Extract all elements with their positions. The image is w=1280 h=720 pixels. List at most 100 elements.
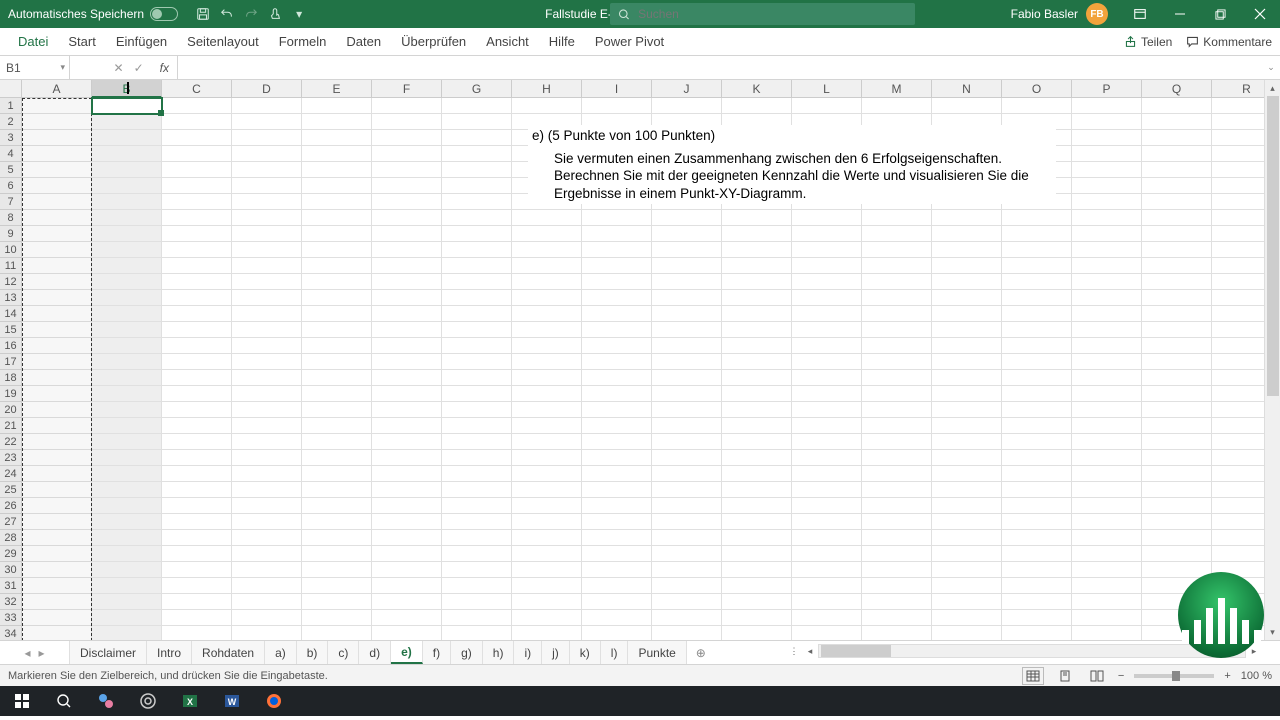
cell-M15[interactable]: [862, 322, 932, 338]
cell-G6[interactable]: [442, 178, 512, 194]
taskbar-obs-icon[interactable]: [130, 687, 166, 715]
cell-I29[interactable]: [582, 546, 652, 562]
cell-O24[interactable]: [1002, 466, 1072, 482]
cell-E31[interactable]: [302, 578, 372, 594]
column-header-C[interactable]: C: [162, 80, 232, 98]
cell-K16[interactable]: [722, 338, 792, 354]
cell-P29[interactable]: [1072, 546, 1142, 562]
cell-Q27[interactable]: [1142, 514, 1212, 530]
cell-F22[interactable]: [372, 434, 442, 450]
cell-G28[interactable]: [442, 530, 512, 546]
cell-K34[interactable]: [722, 626, 792, 640]
cell-L25[interactable]: [792, 482, 862, 498]
zoom-slider[interactable]: [1134, 674, 1214, 678]
cell-M9[interactable]: [862, 226, 932, 242]
cell-A27[interactable]: [22, 514, 92, 530]
cell-J14[interactable]: [652, 306, 722, 322]
cell-D11[interactable]: [232, 258, 302, 274]
add-sheet-button[interactable]: ⊕: [687, 641, 715, 664]
cell-I22[interactable]: [582, 434, 652, 450]
autosave-switch[interactable]: [150, 7, 178, 21]
cell-K31[interactable]: [722, 578, 792, 594]
cell-N26[interactable]: [932, 498, 1002, 514]
row-header-3[interactable]: 3: [0, 130, 22, 146]
cell-P17[interactable]: [1072, 354, 1142, 370]
cell-M27[interactable]: [862, 514, 932, 530]
row-header-4[interactable]: 4: [0, 146, 22, 162]
cell-A24[interactable]: [22, 466, 92, 482]
cell-A13[interactable]: [22, 290, 92, 306]
cell-I33[interactable]: [582, 610, 652, 626]
cell-C28[interactable]: [162, 530, 232, 546]
sheet-tab-d[interactable]: d): [359, 641, 391, 664]
sheet-tab-l[interactable]: l): [601, 641, 629, 664]
cell-H15[interactable]: [512, 322, 582, 338]
cell-K10[interactable]: [722, 242, 792, 258]
hscroll-thumb[interactable]: [821, 645, 891, 657]
cell-C16[interactable]: [162, 338, 232, 354]
cell-M16[interactable]: [862, 338, 932, 354]
cell-M12[interactable]: [862, 274, 932, 290]
accept-icon[interactable]: ✓: [134, 61, 144, 75]
cell-P32[interactable]: [1072, 594, 1142, 610]
cell-J10[interactable]: [652, 242, 722, 258]
cell-H13[interactable]: [512, 290, 582, 306]
cell-J29[interactable]: [652, 546, 722, 562]
cell-F20[interactable]: [372, 402, 442, 418]
cell-L18[interactable]: [792, 370, 862, 386]
cell-H18[interactable]: [512, 370, 582, 386]
cell-P18[interactable]: [1072, 370, 1142, 386]
cell-B34[interactable]: [92, 626, 162, 640]
cell-I32[interactable]: [582, 594, 652, 610]
cell-O23[interactable]: [1002, 450, 1072, 466]
cell-H19[interactable]: [512, 386, 582, 402]
cell-F13[interactable]: [372, 290, 442, 306]
cell-M17[interactable]: [862, 354, 932, 370]
touch-icon[interactable]: [268, 7, 282, 21]
cell-B20[interactable]: [92, 402, 162, 418]
cell-E22[interactable]: [302, 434, 372, 450]
cell-I20[interactable]: [582, 402, 652, 418]
cell-C33[interactable]: [162, 610, 232, 626]
cell-N29[interactable]: [932, 546, 1002, 562]
cell-E3[interactable]: [302, 130, 372, 146]
cell-B6[interactable]: [92, 178, 162, 194]
cell-B3[interactable]: [92, 130, 162, 146]
cell-B19[interactable]: [92, 386, 162, 402]
cell-C19[interactable]: [162, 386, 232, 402]
cell-J16[interactable]: [652, 338, 722, 354]
cell-K11[interactable]: [722, 258, 792, 274]
cell-P16[interactable]: [1072, 338, 1142, 354]
cell-Q7[interactable]: [1142, 194, 1212, 210]
cell-D25[interactable]: [232, 482, 302, 498]
cell-E28[interactable]: [302, 530, 372, 546]
autosave-toggle[interactable]: Automatisches Speichern: [8, 7, 178, 21]
cell-Q17[interactable]: [1142, 354, 1212, 370]
cell-D20[interactable]: [232, 402, 302, 418]
cell-C22[interactable]: [162, 434, 232, 450]
cell-B15[interactable]: [92, 322, 162, 338]
cell-I13[interactable]: [582, 290, 652, 306]
column-header-D[interactable]: D: [232, 80, 302, 98]
ribbon-tab-power pivot[interactable]: Power Pivot: [585, 29, 674, 54]
cell-O11[interactable]: [1002, 258, 1072, 274]
cell-N11[interactable]: [932, 258, 1002, 274]
row-header-25[interactable]: 25: [0, 482, 22, 498]
cell-P6[interactable]: [1072, 178, 1142, 194]
cell-C29[interactable]: [162, 546, 232, 562]
cell-C14[interactable]: [162, 306, 232, 322]
cell-D27[interactable]: [232, 514, 302, 530]
sheet-tab-g[interactable]: g): [451, 641, 483, 664]
cell-A33[interactable]: [22, 610, 92, 626]
cell-L12[interactable]: [792, 274, 862, 290]
cell-H22[interactable]: [512, 434, 582, 450]
cell-K19[interactable]: [722, 386, 792, 402]
expand-formula-icon[interactable]: ⌄: [1262, 62, 1280, 73]
cell-E2[interactable]: [302, 114, 372, 130]
cell-I18[interactable]: [582, 370, 652, 386]
row-header-10[interactable]: 10: [0, 242, 22, 258]
cell-H10[interactable]: [512, 242, 582, 258]
cell-A26[interactable]: [22, 498, 92, 514]
row-header-32[interactable]: 32: [0, 594, 22, 610]
cell-C8[interactable]: [162, 210, 232, 226]
